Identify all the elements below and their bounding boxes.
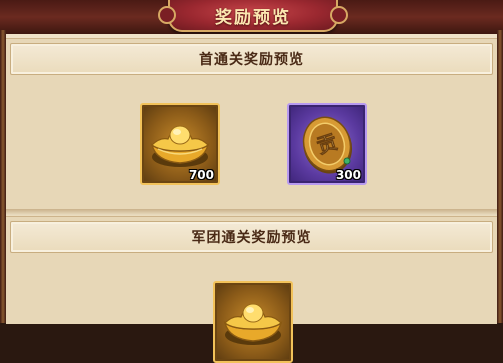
reward-panel[interactable]: 首通关奖励预览 700 贡 300 军团通关奖励预览 [6,34,497,363]
title-plate: 奖励预览 [158,0,348,32]
frame-right-border [497,30,503,323]
reward-item-contribution-medal[interactable]: 贡 300 [287,103,367,185]
legion-clear-section: 军团通关奖励预览 [6,216,497,363]
first-clear-section: 首通关奖励预览 700 贡 300 [6,38,497,209]
section-title: 首通关奖励预览 [199,52,304,68]
gold-ingot-icon [223,303,283,345]
reward-item-gold-ingot[interactable] [213,281,293,363]
reward-item-gold-ingot[interactable]: 700 [140,103,220,185]
section-header: 军团通关奖励预览 [10,221,493,253]
page-title: 奖励预览 [215,7,291,28]
item-quantity: 700 [188,168,214,182]
section-divider [6,209,497,215]
item-quantity: 300 [335,168,361,182]
section-title: 军团通关奖励预览 [191,230,312,246]
section-header: 首通关奖励预览 [10,43,493,75]
